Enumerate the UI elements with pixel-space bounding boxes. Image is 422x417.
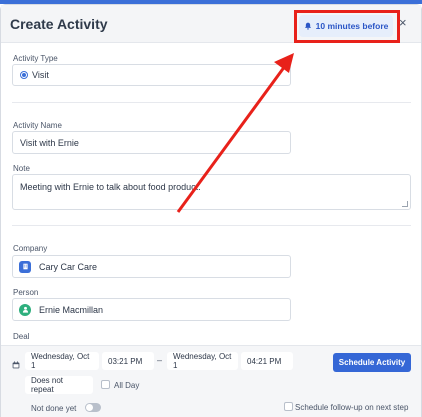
end-time-picker[interactable]: 04:21 PM [241, 352, 293, 370]
person-field[interactable]: Ernie Macmillan [12, 298, 291, 321]
activity-name-label: Activity Name [13, 121, 62, 130]
activity-type-label: Activity Type [13, 54, 58, 63]
end-date-picker[interactable]: Wednesday, Oct 1 [167, 352, 238, 370]
company-field[interactable]: Cary Car Care [12, 255, 291, 278]
company-value: Cary Car Care [39, 261, 98, 272]
all-day-checkbox[interactable] [101, 380, 110, 389]
person-icon [19, 303, 31, 316]
deal-label: Deal [13, 332, 30, 341]
follow-up-checkbox[interactable] [284, 402, 293, 411]
calendar-icon [12, 356, 20, 374]
dialog-title: Create Activity [10, 16, 108, 32]
section-divider [12, 102, 411, 103]
all-day-label: All Day [114, 381, 140, 390]
radio-selected-icon [20, 71, 28, 79]
building-icon [19, 260, 31, 273]
schedule-activity-button[interactable]: Schedule Activity [333, 353, 411, 372]
date-range-separator: – [157, 355, 163, 365]
follow-up-label: Schedule follow-up on next step [295, 403, 409, 412]
create-activity-dialog: Create Activity 10 minutes before × Acti… [0, 4, 422, 417]
company-label: Company [13, 244, 48, 253]
activity-type-select[interactable]: Visit [12, 64, 291, 86]
done-toggle[interactable] [85, 403, 101, 412]
section-divider [12, 225, 411, 226]
activity-name-value: Visit with Ernie [20, 137, 79, 148]
note-value: Meeting with Ernie to talk about food pr… [20, 182, 201, 192]
annotation-highlight-box [294, 10, 400, 43]
close-icon[interactable]: × [399, 16, 407, 30]
status-label: Not done yet [31, 404, 77, 413]
person-label: Person [13, 288, 39, 297]
note-label: Note [13, 164, 30, 173]
start-date-picker[interactable]: Wednesday, Oct 1 [25, 352, 99, 370]
resize-handle-icon[interactable] [402, 201, 408, 207]
repeat-select[interactable]: Does not repeat [25, 376, 93, 394]
activity-type-value: Visit [32, 70, 49, 80]
dialog-footer: Wednesday, Oct 1 03:21 PM – Wednesday, O… [1, 345, 421, 417]
note-textarea[interactable]: Meeting with Ernie to talk about food pr… [12, 174, 411, 210]
person-value: Ernie Macmillan [39, 304, 104, 315]
start-time-picker[interactable]: 03:21 PM [102, 352, 154, 370]
activity-name-input[interactable]: Visit with Ernie [12, 131, 291, 154]
